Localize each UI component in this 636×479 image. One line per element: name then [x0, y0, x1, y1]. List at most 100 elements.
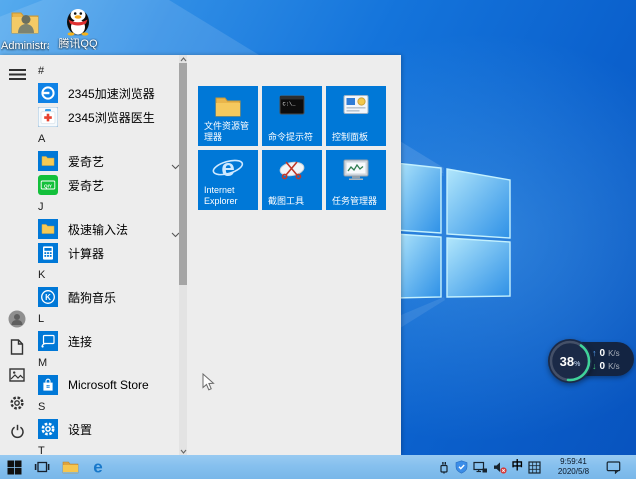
start-menu: # 2345加速浏览器 2345浏览器医生 A 爱奇艺 QIY 爱奇艺 J 极速… — [0, 55, 401, 457]
app-list-group-jisu-ime[interactable]: 极速输入法 — [38, 217, 180, 241]
tile-label: 截图工具 — [268, 195, 305, 206]
2345-doctor-icon — [38, 107, 58, 127]
folder-icon — [62, 461, 78, 474]
security-shield-tray-icon[interactable] — [455, 460, 468, 474]
tile-label: 命令提示符 — [268, 131, 314, 142]
svg-text:C:\_: C:\_ — [283, 102, 297, 108]
documents-button[interactable] — [6, 336, 28, 358]
app-label: Microsoft Store — [68, 378, 149, 392]
tile-task-manager[interactable]: 任务管理器 — [326, 150, 386, 210]
file-explorer-taskbar-button[interactable] — [56, 455, 84, 479]
app-list-item-2345doctor[interactable]: 2345浏览器医生 — [38, 105, 180, 129]
section-header[interactable]: # — [38, 61, 180, 81]
svg-text:K: K — [45, 293, 51, 302]
svg-text:e: e — [221, 155, 234, 182]
edge-icon: e — [93, 458, 102, 476]
section-header[interactable]: J — [38, 197, 180, 217]
usage-percent: 38% — [559, 353, 581, 369]
kugou-music-icon: K — [38, 287, 58, 307]
app-label: 计算器 — [68, 246, 105, 261]
tile-label: 任务管理器 — [332, 195, 378, 206]
ime-grid-tray-icon[interactable] — [528, 460, 541, 474]
scroll-up-arrow[interactable] — [179, 55, 187, 63]
command-prompt-icon: C:\_ — [262, 94, 322, 116]
app-list-item-settings[interactable]: 设置 — [38, 417, 180, 441]
section-header[interactable]: K — [38, 265, 180, 285]
taskbar: e 中 9:59:41 2020/5/8 — [0, 455, 636, 479]
2345-browser-icon — [38, 83, 58, 103]
network-tray-icon[interactable] — [472, 461, 488, 474]
tile-snipping-tool[interactable]: 截图工具 — [262, 150, 322, 210]
clock-date: 2020/5/8 — [557, 467, 590, 476]
start-button[interactable] — [0, 455, 28, 479]
svg-text:QIY: QIY — [44, 183, 52, 188]
app-folder-icon — [38, 219, 58, 239]
app-list-item-microsoft-store[interactable]: Microsoft Store — [38, 373, 180, 397]
memory-usage-ball[interactable]: 38% — [548, 339, 592, 383]
app-label: 2345浏览器医生 — [68, 110, 155, 125]
download-speed-row: ↓ 0 K/s — [592, 360, 620, 372]
app-list: # 2345加速浏览器 2345浏览器医生 A 爱奇艺 QIY 爱奇艺 J 极速… — [38, 61, 180, 461]
app-label: 连接 — [68, 334, 93, 349]
document-icon — [10, 339, 24, 355]
snipping-tool-icon — [262, 158, 322, 182]
tile-label: 文件资源管理器 — [204, 121, 250, 142]
iqiyi-icon: QIY — [38, 175, 58, 195]
app-list-item-iqiyi[interactable]: QIY 爱奇艺 — [38, 173, 180, 197]
qq-penguin-icon — [67, 9, 89, 36]
app-list-item-calculator[interactable]: 计算器 — [38, 241, 180, 265]
tile-control-panel[interactable]: 控制面板 — [326, 86, 386, 146]
tile-label: 控制面板 — [332, 131, 369, 142]
ime-language-indicator[interactable]: 中 — [512, 461, 524, 473]
hamburger-icon — [8, 68, 26, 80]
volume-muted-tray-icon[interactable] — [493, 461, 507, 474]
section-header[interactable]: S — [38, 397, 180, 417]
upload-speed-unit: K/s — [608, 348, 620, 358]
clock-time: 9:59:41 — [560, 457, 587, 466]
app-list-group-iqiyi[interactable]: 爱奇艺 — [38, 149, 180, 173]
tile-label: Internet Explorer — [204, 185, 238, 206]
user-account-button[interactable] — [6, 308, 28, 330]
desktop-icon-qq[interactable]: 腾讯QQ — [54, 4, 102, 50]
windows-logo-icon — [7, 460, 21, 474]
control-panel-icon — [326, 94, 386, 116]
task-view-button[interactable] — [28, 455, 56, 479]
upload-arrow-icon: ↑ — [592, 347, 597, 358]
app-list-item-connect[interactable]: 连接 — [38, 329, 180, 353]
task-manager-icon — [326, 158, 386, 182]
app-list-scrollbar[interactable] — [179, 55, 187, 455]
app-label: 2345加速浏览器 — [68, 86, 155, 101]
section-header[interactable]: A — [38, 129, 180, 149]
desktop-icon-label: 腾讯QQ — [58, 38, 98, 50]
power-button[interactable] — [6, 420, 28, 442]
app-folder-icon — [38, 151, 58, 171]
mouse-cursor — [202, 373, 215, 391]
taskbar-clock[interactable]: 9:59:41 2020/5/8 — [550, 457, 597, 477]
internet-explorer-icon: e — [198, 154, 258, 184]
download-speed-value: 0 — [599, 360, 606, 372]
file-explorer-icon — [198, 94, 258, 118]
edge-taskbar-button[interactable]: e — [84, 455, 112, 479]
usb-tray-icon[interactable] — [438, 460, 450, 474]
app-label: 爱奇艺 — [68, 178, 105, 193]
scrollbar-thumb[interactable] — [179, 63, 187, 285]
task-view-icon — [34, 461, 50, 473]
app-label: 酷狗音乐 — [68, 290, 117, 305]
tile-internet-explorer[interactable]: e Internet Explorer — [198, 150, 258, 210]
app-list-item-kugou[interactable]: K 酷狗音乐 — [38, 285, 180, 309]
action-center-button[interactable] — [606, 460, 621, 474]
pictures-button[interactable] — [6, 364, 28, 386]
tile-command-prompt[interactable]: C:\_ 命令提示符 — [262, 86, 322, 146]
desktop-icon-administrator[interactable]: Administra... — [1, 6, 49, 52]
download-speed-unit: K/s — [608, 361, 620, 371]
settings-app-icon — [38, 419, 58, 439]
settings-button[interactable] — [6, 392, 28, 414]
section-header[interactable]: L — [38, 309, 180, 329]
tile-file-explorer[interactable]: 文件资源管理器 — [198, 86, 258, 146]
section-header[interactable]: M — [38, 353, 180, 373]
gear-icon — [10, 396, 24, 410]
app-list-item-2345browser[interactable]: 2345加速浏览器 — [38, 81, 180, 105]
pictures-icon — [9, 368, 25, 382]
scroll-down-arrow[interactable] — [179, 447, 187, 455]
start-menu-expand-button[interactable] — [6, 63, 28, 85]
